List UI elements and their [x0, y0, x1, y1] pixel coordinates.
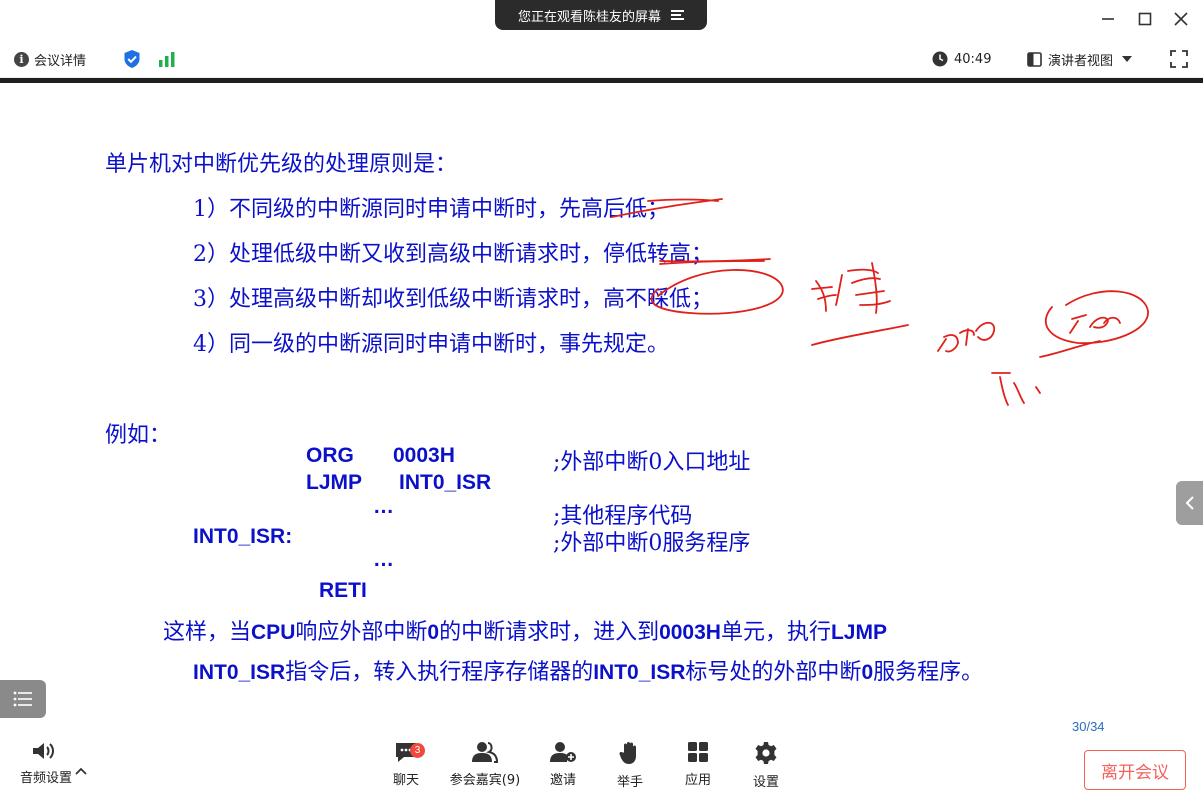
- ink-word-1: [811, 262, 891, 314]
- explanation-run: LJMP: [830, 621, 887, 644]
- fullscreen-icon[interactable]: [1170, 40, 1188, 78]
- code-org: ORG: [306, 444, 354, 467]
- code-ljmp-target: INT0_ISR: [399, 471, 492, 494]
- apps-label: 应用: [684, 773, 711, 788]
- participants-label: 参会嘉宾(9): [449, 773, 521, 788]
- view-mode-dropdown[interactable]: 演讲者视图: [1027, 40, 1133, 78]
- menu-icon[interactable]: [671, 10, 684, 20]
- slide-heading: 单片机对中断优先级的处理原则是：: [105, 152, 458, 177]
- explanation-run: 服务程序。: [873, 660, 984, 685]
- explanation-run: 指令后，转入执行程序存储器的: [285, 660, 594, 685]
- explanation-run: 单元，执行: [720, 620, 831, 645]
- meeting-toolbar: 音频设置 聊天 3 参会嘉宾(9) 邀请 举手 应用 设置 离开会议: [0, 735, 1203, 801]
- slide-page-number: 30/34: [1072, 719, 1105, 734]
- explanation-line-2: INT0_ISR 指令后，转入执行程序存储器的 INT0_ISR 标号处的外部中…: [193, 654, 983, 686]
- chat-button[interactable]: 聊天 3: [370, 741, 442, 797]
- code-ljmp: LJMP: [306, 471, 363, 494]
- share-banner-text: 您正在观看陈桂友的屏幕: [517, 9, 661, 25]
- ink-ie0-mark: [1069, 314, 1121, 334]
- code-isr-label: INT0_ISR:: [193, 525, 293, 548]
- code-comment-isr: ;外部中断0服务程序: [553, 531, 751, 556]
- shared-slide: 单片机对中断优先级的处理原则是： 1）不同级的中断源同时申请中断时，先高后低； …: [0, 83, 1203, 735]
- explanation-run: 响应外部中断: [295, 620, 428, 645]
- minimize-icon[interactable]: [1097, 8, 1119, 30]
- side-panel-toggle[interactable]: [1176, 481, 1203, 525]
- hand-icon: [619, 742, 636, 764]
- meeting-details-button[interactable]: i 会议详情: [14, 40, 86, 78]
- ink-line-2: [1039, 340, 1101, 358]
- settings-label: 设置: [752, 775, 779, 790]
- chevron-down-icon: [1122, 56, 1133, 62]
- add-user-icon: [550, 742, 576, 762]
- raise-hand-button[interactable]: 举手: [594, 741, 666, 797]
- window-title-bar: 您正在观看陈桂友的屏幕: [0, 0, 1203, 40]
- explanation-run: 这样，当: [163, 620, 252, 645]
- settings-button[interactable]: 设置: [730, 741, 802, 797]
- raise-hand-label: 举手: [616, 775, 643, 790]
- rule-item-2: 2）处理低级中断又收到高级中断请求时，停低转高；: [193, 242, 713, 267]
- meeting-details-label: 会议详情: [34, 53, 87, 69]
- list-icon: [13, 691, 32, 707]
- rule-item-3: 3）处理高级中断却收到低级中断请求时，高不睬低；: [193, 287, 713, 312]
- speaker-icon: [33, 743, 54, 759]
- code-reti: RETI: [319, 579, 367, 602]
- ink-arrow-mark: [991, 372, 1041, 406]
- maximize-icon[interactable]: [1134, 8, 1156, 30]
- chat-label: 聊天: [392, 773, 419, 788]
- apps-grid-icon: [688, 742, 708, 762]
- timer-text: 40:49: [954, 51, 992, 67]
- chat-unread-badge: 3: [410, 743, 425, 758]
- audio-settings-button[interactable]: 音频设置: [10, 741, 82, 797]
- invite-button[interactable]: 邀请: [527, 741, 599, 797]
- explanation-run: 的中断请求时，进入到: [439, 620, 660, 645]
- security-shield-icon[interactable]: [123, 40, 141, 78]
- explanation-run: 0: [861, 661, 874, 684]
- explanation-run: 0: [427, 621, 440, 644]
- participants-icon: [472, 742, 499, 763]
- code-ellipsis-2: …: [373, 548, 394, 571]
- code-org-address: 0003H: [393, 444, 455, 467]
- chevron-up-icon[interactable]: [75, 760, 87, 779]
- explanation-run: INT0_ISR: [593, 661, 686, 684]
- info-icon: i: [14, 51, 29, 67]
- screen-share-banner[interactable]: 您正在观看陈桂友的屏幕: [495, 0, 707, 30]
- ink-int0-mark: [937, 321, 996, 353]
- gear-icon: [755, 742, 777, 764]
- view-mode-label: 演讲者视图: [1048, 53, 1114, 69]
- explanation-run: INT0_ISR: [193, 661, 286, 684]
- chevron-left-icon: [1185, 496, 1194, 510]
- layout-icon: [1027, 51, 1042, 67]
- participants-button[interactable]: 参会嘉宾(9): [448, 741, 522, 797]
- rule-item-1: 1）不同级的中断源同时申请中断时，先高后低；: [193, 197, 669, 222]
- meeting-timer: 40:49: [932, 40, 991, 78]
- rule-item-4: 4）同一级的中断源同时申请中断时，事先规定。: [193, 332, 669, 357]
- code-ellipsis-1: …: [373, 495, 394, 518]
- apps-button[interactable]: 应用: [662, 741, 734, 797]
- code-comment-entry: ;外部中断0入口地址: [553, 450, 751, 475]
- ink-line-1: [811, 324, 909, 346]
- ink-ie0-circle: [1044, 290, 1149, 345]
- leave-meeting-button[interactable]: 离开会议: [1084, 750, 1186, 790]
- explanation-run: 标号处的外部中断: [685, 660, 862, 685]
- floating-list-button[interactable]: [0, 680, 46, 718]
- close-icon[interactable]: [1170, 8, 1192, 30]
- explanation-run: CPU: [251, 621, 296, 644]
- signal-strength-icon[interactable]: [158, 40, 176, 78]
- clock-icon: [932, 51, 948, 67]
- explanation-line-1: 这样，当 CPU 响应外部中断 0 的中断请求时，进入到 0003H 单元，执行…: [163, 614, 887, 646]
- meeting-info-bar: i 会议详情 40:49 演讲者视图: [0, 40, 1203, 78]
- example-label: 例如：: [105, 423, 172, 448]
- audio-settings-label: 音频设置: [19, 771, 72, 786]
- invite-label: 邀请: [549, 773, 576, 788]
- explanation-run: 0003H: [659, 621, 721, 644]
